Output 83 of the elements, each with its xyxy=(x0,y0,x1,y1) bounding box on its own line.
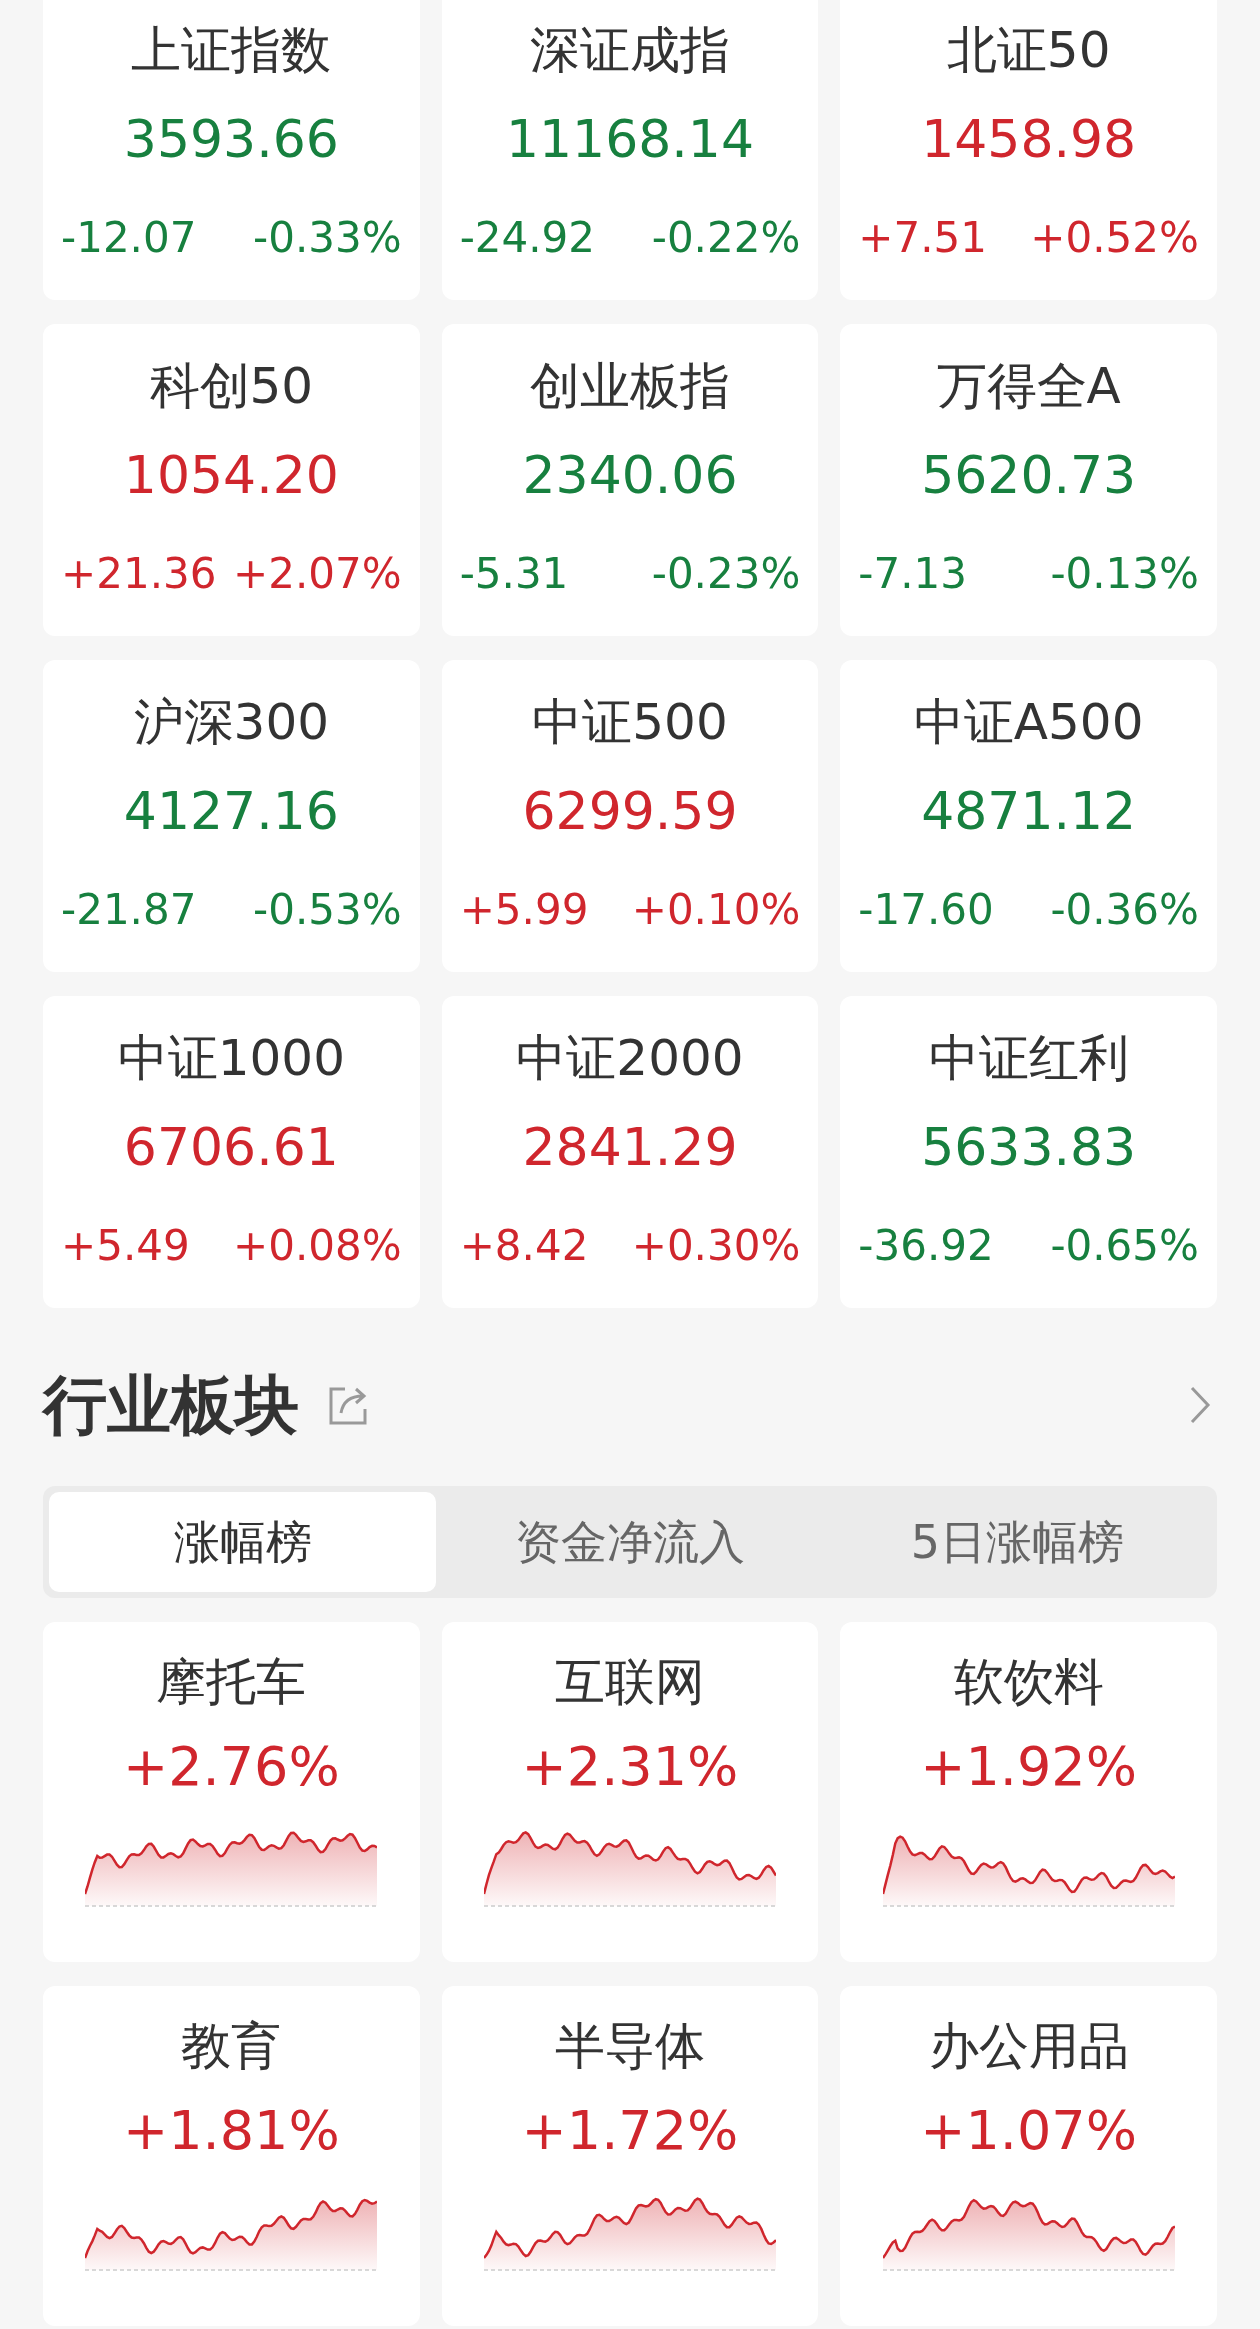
index-card[interactable]: 沪深300 4127.16 -21.87 -0.53% xyxy=(43,660,420,972)
index-card[interactable]: 中证2000 2841.29 +8.42 +0.30% xyxy=(441,996,819,1308)
change-percent: -0.13% xyxy=(1050,548,1199,600)
change-value: -7.13 xyxy=(858,548,967,600)
sector-card[interactable]: 半导体 +1.72% xyxy=(441,1986,819,2326)
index-card[interactable]: 中证红利 5633.83 -36.92 -0.65% xyxy=(840,996,1217,1308)
sector-percent: +1.72% xyxy=(520,2098,740,2164)
index-value: 5620.73 xyxy=(920,444,1138,507)
sector-card[interactable]: 办公用品 +1.07% xyxy=(840,1986,1217,2326)
index-name: 北证50 xyxy=(945,20,1112,81)
tab[interactable]: 资金净流入 xyxy=(436,1492,824,1592)
sector-percent: +1.81% xyxy=(121,2098,341,2164)
sector-name: 软饮料 xyxy=(952,1652,1105,1713)
sector-percent: +2.31% xyxy=(520,1734,740,1800)
sector-name: 教育 xyxy=(180,2016,283,2077)
change-value: +5.49 xyxy=(61,1220,190,1272)
change-value: -24.92 xyxy=(459,212,596,264)
index-value: 2841.29 xyxy=(521,1116,739,1179)
index-name: 科创50 xyxy=(148,356,315,417)
sector-name: 摩托车 xyxy=(155,1652,308,1713)
change-percent: +0.52% xyxy=(1030,212,1199,264)
change-value: -17.60 xyxy=(858,884,994,936)
index-name: 中证A500 xyxy=(912,692,1145,753)
change-percent: -0.22% xyxy=(651,212,801,264)
sector-percent: +2.76% xyxy=(121,1734,341,1800)
change-percent: +0.08% xyxy=(233,1220,402,1272)
index-name: 中证1000 xyxy=(116,1028,346,1089)
index-value: 2340.06 xyxy=(521,444,739,507)
change-percent: +0.10% xyxy=(631,884,801,936)
change-value: -21.87 xyxy=(61,884,197,936)
index-name: 中证红利 xyxy=(927,1028,1130,1089)
index-value: 4127.16 xyxy=(122,780,340,843)
change-percent: -0.33% xyxy=(253,212,402,264)
change-value: +8.42 xyxy=(459,1220,589,1272)
change-percent: -0.36% xyxy=(1050,884,1199,936)
sector-name: 互联网 xyxy=(554,1652,706,1713)
change-value: +5.99 xyxy=(459,884,589,936)
index-name: 中证2000 xyxy=(515,1028,745,1089)
index-card[interactable]: 北证50 1458.98 +7.51 +0.52% xyxy=(840,0,1217,300)
index-card[interactable]: 中证1000 6706.61 +5.49 +0.08% xyxy=(43,996,420,1308)
sector-card[interactable]: 软饮料 +1.92% xyxy=(840,1622,1217,1962)
change-percent: +0.30% xyxy=(631,1220,801,1272)
sector-card[interactable]: 教育 +1.81% xyxy=(43,1986,420,2326)
change-value: +7.51 xyxy=(858,212,988,264)
index-value: 4871.12 xyxy=(920,780,1138,843)
index-card[interactable]: 中证A500 4871.12 -17.60 -0.36% xyxy=(840,660,1217,972)
change-percent: -0.53% xyxy=(253,884,402,936)
index-card[interactable]: 中证500 6299.59 +5.99 +0.10% xyxy=(441,660,819,972)
sector-percent: +1.92% xyxy=(919,1734,1139,1800)
tab[interactable]: 涨幅榜 xyxy=(49,1492,437,1592)
change-percent: -0.65% xyxy=(1050,1220,1199,1272)
index-card[interactable]: 深证成指 11168.14 -24.92 -0.22% xyxy=(441,0,819,300)
change-percent: +2.07% xyxy=(233,548,402,600)
index-card[interactable]: 万得全A 5620.73 -7.13 -0.13% xyxy=(840,324,1217,636)
sector-card[interactable]: 互联网 +2.31% xyxy=(441,1622,819,1962)
index-value: 11168.14 xyxy=(504,108,756,171)
index-card[interactable]: 创业板指 2340.06 -5.31 -0.23% xyxy=(441,324,819,636)
index-value: 6299.59 xyxy=(521,780,739,843)
change-value: +21.36 xyxy=(61,548,217,600)
index-value: 5633.83 xyxy=(920,1116,1138,1179)
sector-percent: +1.07% xyxy=(919,2098,1139,2164)
change-value: -12.07 xyxy=(61,212,197,264)
section-title: 行业板块 xyxy=(43,1367,299,1444)
index-card[interactable]: 上证指数 3593.66 -12.07 -0.33% xyxy=(43,0,420,300)
chevron-right-icon[interactable] xyxy=(1189,1385,1211,1425)
change-percent: -0.23% xyxy=(651,548,801,600)
index-value: 1458.98 xyxy=(920,108,1138,171)
change-value: -5.31 xyxy=(459,548,569,600)
index-name: 深证成指 xyxy=(529,20,731,81)
index-name: 创业板指 xyxy=(529,356,731,417)
sector-name: 办公用品 xyxy=(927,2016,1130,2077)
sector-card[interactable]: 摩托车 +2.76% xyxy=(43,1622,420,1962)
index-value: 3593.66 xyxy=(122,108,340,171)
index-card[interactable]: 科创50 1054.20 +21.36 +2.07% xyxy=(43,324,420,636)
index-name: 万得全A xyxy=(935,356,1122,417)
index-name: 沪深300 xyxy=(132,692,331,753)
sector-name: 半导体 xyxy=(554,2016,706,2077)
index-value: 6706.61 xyxy=(122,1116,340,1179)
index-name: 中证500 xyxy=(531,692,729,753)
tab[interactable]: 5日涨幅榜 xyxy=(823,1492,1211,1592)
change-value: -36.92 xyxy=(858,1220,994,1272)
index-value: 1054.20 xyxy=(122,444,340,507)
index-name: 上证指数 xyxy=(130,20,333,81)
